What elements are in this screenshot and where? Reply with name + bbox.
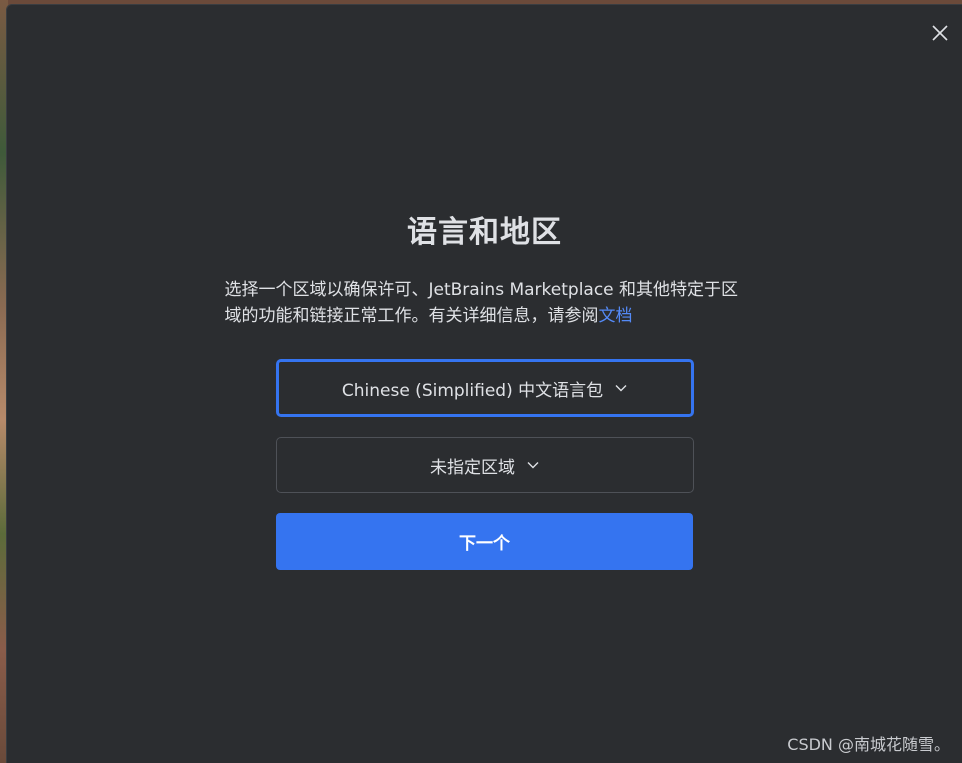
language-region-dialog: 语言和地区 选择一个区域以确保许可、JetBrains Marketplace … xyxy=(6,4,962,763)
documentation-link[interactable]: 文档 xyxy=(599,306,633,326)
dialog-content: 语言和地区 选择一个区域以确保许可、JetBrains Marketplace … xyxy=(7,5,962,570)
chevron-down-icon xyxy=(527,461,539,469)
watermark-text: CSDN @南城花随雪。 xyxy=(787,735,950,754)
description-text: 选择一个区域以确保许可、JetBrains Marketplace 和其他特定于… xyxy=(224,280,739,326)
dialog-description: 选择一个区域以确保许可、JetBrains Marketplace 和其他特定于… xyxy=(225,277,745,329)
chevron-down-icon xyxy=(615,384,627,392)
next-button[interactable]: 下一个 xyxy=(276,513,693,570)
language-select-value: Chinese (Simplified) 中文语言包 xyxy=(341,380,604,401)
region-select-value: 未指定区域 xyxy=(430,457,515,478)
language-select[interactable]: Chinese (Simplified) 中文语言包 xyxy=(275,359,694,417)
region-select[interactable]: 未指定区域 xyxy=(275,437,694,493)
dialog-title: 语言和地区 xyxy=(407,215,562,250)
